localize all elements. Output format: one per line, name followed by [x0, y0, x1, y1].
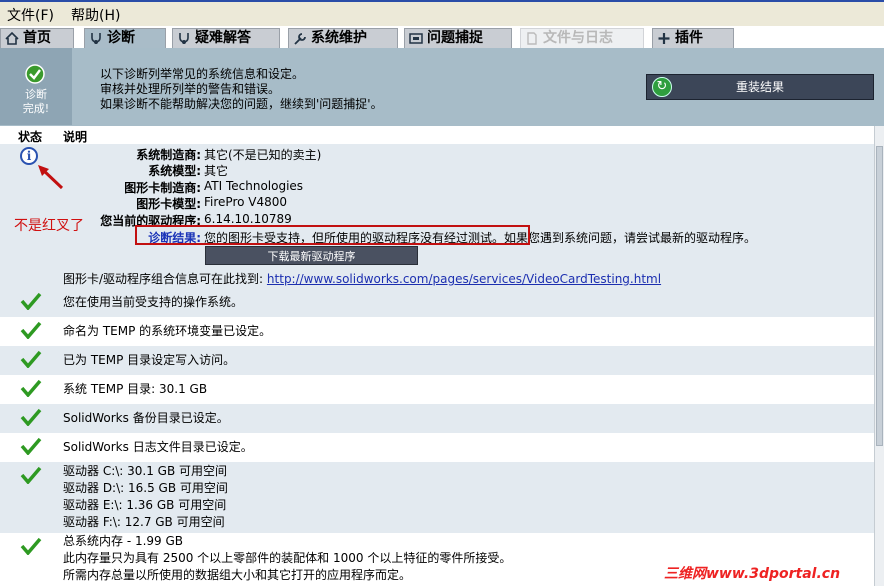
check-row: SolidWorks 日志文件目录已设定。 [0, 433, 874, 462]
check-row: 已为 TEMP 目录设定写入访问。 [0, 346, 874, 375]
check-row: 系统 TEMP 目录: 30.1 GB [0, 375, 874, 404]
intro-line: 如果诊断不能帮助解决您的问题，继续到'问题捕捉'。 [100, 97, 383, 111]
field-gpu-manufacturer: 图形卡制造商: ATI Technologies [0, 179, 874, 195]
status-label-line: 完成! [22, 102, 50, 115]
tab-label: 文件与日志 [543, 30, 613, 46]
tab-plugins[interactable]: 插件 [652, 28, 734, 48]
field-value: 6.14.10.10789 [204, 212, 292, 226]
checkmark-icon [20, 537, 42, 555]
tab-label: 问题捕捉 [427, 30, 483, 46]
check-circle-icon [25, 64, 45, 84]
wrench-icon [294, 33, 306, 45]
field-key: 系统制造商: [136, 148, 201, 162]
check-row: SolidWorks 备份目录已设定。 [0, 404, 874, 433]
check-row: 命名为 TEMP 的系统环境变量已设定。 [0, 317, 874, 346]
check-text: 所需内存总量以所使用的数据组大小和其它打开的应用程序而定。 [63, 568, 412, 582]
link-prefix: 图形卡/驱动程序组合信息可在此找到: [63, 272, 264, 286]
field-value: FirePro V4800 [204, 195, 288, 209]
tab-problem-capture[interactable]: 问题捕捉 [404, 28, 512, 48]
results-list: 状态 说明 i 不是红叉了 系统制造商: 其它(不是已知的卖主) 系统模型: 其… [0, 126, 874, 586]
check-text: SolidWorks 备份目录已设定。 [63, 411, 229, 425]
home-icon [5, 32, 19, 45]
check-text: 驱动器 F:\: 12.7 GB 可用空间 [63, 515, 225, 529]
diagnosis-complete-label: 诊断 完成! [0, 88, 72, 116]
tab-label: 诊断 [107, 30, 135, 46]
checkmark-icon [20, 466, 42, 484]
field-value: 其它 [204, 164, 229, 178]
vertical-scrollbar[interactable] [874, 126, 884, 586]
column-status: 状态 [18, 130, 43, 144]
link-row: 图形卡/驱动程序组合信息可在此找到: http://www.solidworks… [63, 270, 661, 287]
tab-maintenance[interactable]: 系统维护 [288, 28, 398, 48]
field-gpu-model: 图形卡模型: FirePro V4800 [0, 195, 874, 211]
check-text: 此内存量只为具有 2500 个以上零部件的装配体和 1000 个以上特征的零件所… [63, 551, 512, 565]
tab-label: 首页 [23, 30, 51, 46]
stethoscope-icon [179, 33, 189, 44]
checkmark-icon [20, 408, 42, 426]
tab-bar: 首页 诊断 疑难解答 系统维护 问题捕捉 文件与日志 插件 [0, 26, 884, 48]
diagnosis-status: 诊断 完成! [0, 48, 72, 125]
checkmark-icon [20, 437, 42, 455]
check-text: 系统 TEMP 目录: 30.1 GB [63, 382, 208, 396]
tab-troubleshooting[interactable]: 疑难解答 [172, 28, 280, 48]
reset-button-label: 重装结果 [735, 80, 784, 94]
checkmark-icon [20, 379, 42, 397]
tab-files-logs: 文件与日志 [520, 28, 644, 48]
plus-icon [658, 33, 670, 44]
highlight-box [135, 225, 530, 245]
tab-home[interactable]: 首页 [0, 28, 74, 48]
stethoscope-icon [91, 33, 101, 44]
menu-bar: 文件(F) 帮助(H) [0, 0, 884, 26]
checkmark-icon [20, 350, 42, 368]
field-system-model: 系统模型: 其它 [0, 162, 874, 178]
field-key: 图形卡模型: [136, 197, 201, 211]
check-text: 您在使用当前受支持的操作系统。 [63, 295, 244, 309]
check-row-drives: 驱动器 C:\: 30.1 GB 可用空间 驱动器 D:\: 16.5 GB 可… [0, 462, 874, 533]
intro-line: 审核并处理所列举的警告和错误。 [100, 82, 281, 96]
field-value: ATI Technologies [204, 179, 304, 193]
check-text: 总系统内存 - 1.99 GB [63, 534, 184, 548]
capture-icon [409, 33, 423, 44]
check-text: 驱动器 D:\: 16.5 GB 可用空间 [63, 481, 228, 495]
menu-file[interactable]: 文件(F) [7, 5, 54, 25]
check-text: 驱动器 C:\: 30.1 GB 可用空间 [63, 464, 228, 478]
check-text: SolidWorks 日志文件目录已设定。 [63, 440, 253, 454]
status-label-line: 诊断 [25, 88, 47, 101]
intro-line: 以下诊断列举常见的系统信息和设定。 [100, 67, 305, 81]
tab-label: 疑难解答 [195, 30, 251, 46]
tab-diagnosis[interactable]: 诊断 [84, 28, 166, 48]
refresh-icon: ↻ [652, 77, 672, 97]
intro-text: 以下诊断列举常见的系统信息和设定。 审核并处理所列举的警告和错误。 如果诊断不能… [100, 67, 383, 112]
check-text: 命名为 TEMP 的系统环境变量已设定。 [63, 324, 272, 338]
diagnosis-header: 诊断 完成! 以下诊断列举常见的系统信息和设定。 审核并处理所列举的警告和错误。… [0, 48, 884, 127]
download-driver-button[interactable]: 下载最新驱动程序 [205, 246, 418, 265]
check-text: 驱动器 E:\: 1.36 GB 可用空间 [63, 498, 227, 512]
field-key: 系统模型: [148, 164, 201, 178]
scrollbar-thumb[interactable] [876, 146, 883, 446]
checkmark-icon [20, 292, 42, 310]
check-text: 已为 TEMP 目录设定写入访问。 [63, 353, 236, 367]
column-description: 说明 [63, 130, 88, 144]
field-key: 图形卡制造商: [124, 181, 201, 195]
field-value: 其它(不是已知的卖主) [204, 148, 322, 162]
video-card-testing-link[interactable]: http://www.solidworks.com/pages/services… [267, 272, 661, 286]
watermark: 三维网www.3dportal.cn [664, 566, 841, 582]
document-icon [527, 32, 537, 45]
field-system-manufacturer: 系统制造商: 其它(不是已知的卖主) [0, 146, 874, 162]
menu-help[interactable]: 帮助(H) [71, 5, 120, 25]
checkmark-icon [20, 321, 42, 339]
tab-label: 系统维护 [311, 30, 367, 46]
check-row: 您在使用当前受支持的操作系统。 [0, 288, 874, 317]
graphics-card-result: i 不是红叉了 系统制造商: 其它(不是已知的卖主) 系统模型: 其它 图形卡制… [0, 144, 874, 288]
reset-results-button[interactable]: ↻ 重装结果 [646, 74, 874, 100]
tab-label: 插件 [675, 30, 703, 46]
